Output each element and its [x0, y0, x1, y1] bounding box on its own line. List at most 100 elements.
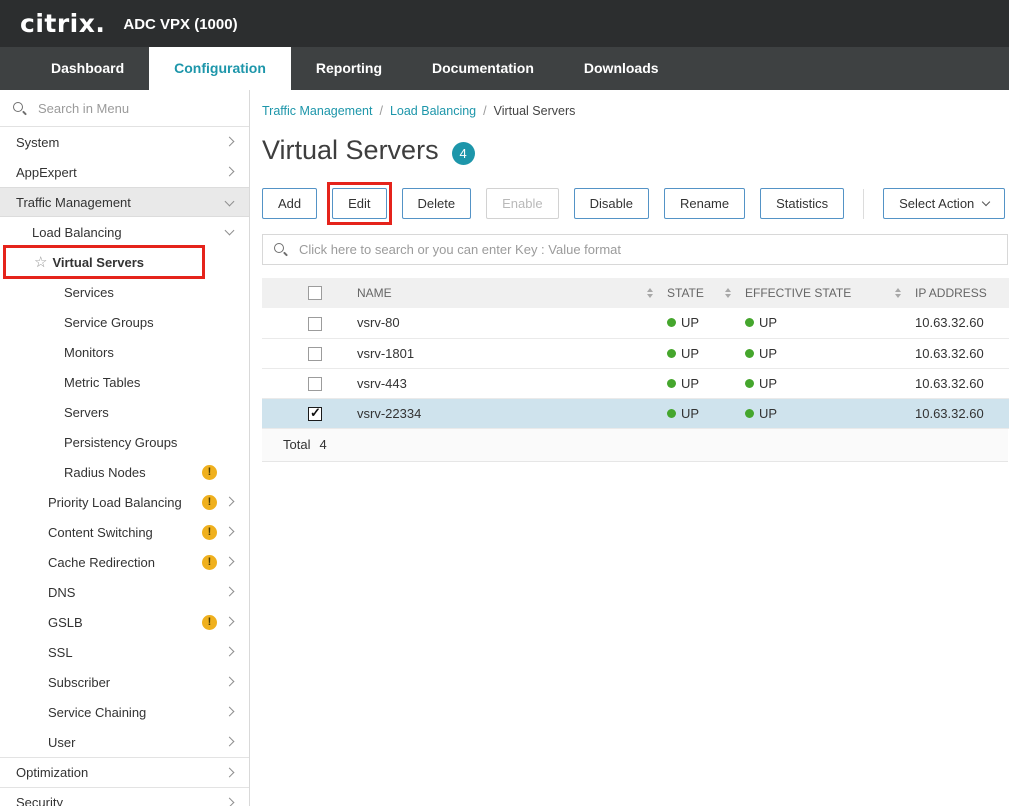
row-checkbox[interactable] — [308, 347, 322, 361]
toolbar-buttons: Add Edit Delete Enable Disable Rename Statisti… — [262, 188, 844, 219]
sidebar-item-label: Services — [64, 285, 114, 300]
sort-icon[interactable] — [725, 288, 731, 298]
sidebar-item-label: DNS — [48, 585, 75, 600]
cell-state: UP — [667, 368, 745, 398]
rename-button[interactable]: Rename — [664, 188, 745, 219]
sidebar-item-cache-redirection[interactable]: Cache Redirection! — [0, 547, 249, 577]
table-header-row: NAMESTATEEFFECTIVE STATEIP ADDRESS — [262, 278, 1009, 308]
state-indicator: UP — [667, 376, 745, 391]
disable-button[interactable]: Disable — [574, 188, 649, 219]
cell-ip-address: 10.63.32.60 — [915, 308, 1009, 338]
state-indicator: UP — [745, 406, 915, 421]
column-header-label: NAME — [357, 286, 392, 300]
sidebar-item-system[interactable]: System — [0, 127, 249, 157]
tab-reporting[interactable]: Reporting — [291, 47, 407, 90]
add-button[interactable]: Add — [262, 188, 317, 219]
sidebar: SystemAppExpertTraffic ManagementLoad Ba… — [0, 90, 250, 806]
sidebar-item-service-chaining[interactable]: Service Chaining — [0, 697, 249, 727]
sidebar-item-content-switching[interactable]: Content Switching! — [0, 517, 249, 547]
sidebar-menu: SystemAppExpertTraffic ManagementLoad Ba… — [0, 127, 249, 806]
state-indicator: UP — [667, 346, 745, 361]
select-action-button[interactable]: Select Action — [883, 188, 1005, 219]
chevron-right-icon — [225, 768, 235, 778]
table-row-vsrv-22334[interactable]: vsrv-22334UPUP10.63.32.60 — [262, 398, 1009, 428]
sidebar-item-radius-nodes[interactable]: Radius Nodes! — [0, 457, 249, 487]
row-checkbox[interactable] — [308, 407, 322, 421]
sidebar-item-appexpert[interactable]: AppExpert — [0, 157, 249, 187]
table-search-input[interactable] — [297, 241, 997, 258]
edit-button[interactable]: Edit — [332, 188, 386, 219]
column-header-label: EFFECTIVE STATE — [745, 286, 851, 300]
breadcrumb-link-traffic-management[interactable]: Traffic Management — [262, 104, 372, 118]
sidebar-item-label: Metric Tables — [64, 375, 140, 390]
column-header-effective-state: EFFECTIVE STATE — [745, 278, 915, 308]
sidebar-item-gslb[interactable]: GSLB! — [0, 607, 249, 637]
breadcrumb-separator: / — [379, 104, 382, 118]
warning-icon: ! — [202, 615, 217, 630]
cell-ip-address: 10.63.32.60 — [915, 368, 1009, 398]
sidebar-item-persistency-groups[interactable]: Persistency Groups — [0, 427, 249, 457]
sidebar-item-label: Monitors — [64, 345, 114, 360]
tab-downloads[interactable]: Downloads — [559, 47, 684, 90]
sidebar-item-user[interactable]: User — [0, 727, 249, 757]
cell-effective-state: UP — [745, 368, 915, 398]
sidebar-item-dns[interactable]: DNS — [0, 577, 249, 607]
breadcrumb-link-load-balancing[interactable]: Load Balancing — [390, 104, 476, 118]
enable-button: Enable — [486, 188, 558, 219]
count-badge: 4 — [452, 142, 475, 165]
tab-configuration[interactable]: Configuration — [149, 47, 291, 90]
column-header-inner: NAME — [357, 286, 667, 300]
sidebar-item-label: Service Groups — [64, 315, 154, 330]
breadcrumb: Traffic Management/Load Balancing/Virtua… — [262, 104, 1009, 118]
sort-icon[interactable] — [895, 288, 901, 298]
row-checkbox-cell — [262, 338, 357, 368]
sidebar-item-services[interactable]: Services — [0, 277, 249, 307]
chevron-right-icon — [225, 737, 235, 747]
chevron-right-icon — [225, 557, 235, 567]
tab-dashboard[interactable]: Dashboard — [26, 47, 149, 90]
table-body: vsrv-80UPUP10.63.32.60vsrv-1801UPUP10.63… — [262, 308, 1009, 428]
tab-documentation[interactable]: Documentation — [407, 47, 559, 90]
delete-button[interactable]: Delete — [402, 188, 472, 219]
toolbar-separator — [863, 189, 864, 219]
status-up-dot — [667, 379, 676, 388]
sidebar-item-label: Optimization — [16, 765, 88, 780]
state-label: UP — [681, 406, 699, 421]
sidebar-item-service-groups[interactable]: Service Groups — [0, 307, 249, 337]
sidebar-item-subscriber[interactable]: Subscriber — [0, 667, 249, 697]
sidebar-item-servers[interactable]: Servers — [0, 397, 249, 427]
statistics-button[interactable]: Statistics — [760, 188, 844, 219]
sidebar-item-metric-tables[interactable]: Metric Tables — [0, 367, 249, 397]
sidebar-item-label: Content Switching — [48, 525, 153, 540]
sidebar-item-load-balancing[interactable]: Load Balancing — [0, 217, 249, 247]
header-checkbox-cell — [262, 278, 357, 308]
sidebar-item-virtual-servers[interactable]: ☆Virtual Servers — [0, 247, 249, 277]
chevron-right-icon — [225, 497, 235, 507]
warning-icon: ! — [202, 525, 217, 540]
sidebar-item-optimization[interactable]: Optimization — [0, 757, 249, 787]
status-up-dot — [745, 349, 754, 358]
favorite-star-icon[interactable]: ☆ — [34, 255, 47, 270]
title-row: Virtual Servers 4 — [262, 135, 1009, 166]
cell-effective-state: UP — [745, 308, 915, 338]
state-indicator: UP — [745, 376, 915, 391]
sidebar-item-monitors[interactable]: Monitors — [0, 337, 249, 367]
table-row-vsrv-1801[interactable]: vsrv-1801UPUP10.63.32.60 — [262, 338, 1009, 368]
sidebar-item-security[interactable]: Security — [0, 787, 249, 806]
table-row-vsrv-443[interactable]: vsrv-443UPUP10.63.32.60 — [262, 368, 1009, 398]
row-checkbox[interactable] — [308, 377, 322, 391]
sidebar-item-priority-load-balancing[interactable]: Priority Load Balancing! — [0, 487, 249, 517]
sidebar-item-traffic-management[interactable]: Traffic Management — [0, 187, 249, 217]
chevron-right-icon — [225, 617, 235, 627]
row-checkbox[interactable] — [308, 317, 322, 331]
column-header-inner: EFFECTIVE STATE — [745, 286, 915, 300]
sidebar-item-ssl[interactable]: SSL — [0, 637, 249, 667]
warning-icon: ! — [202, 495, 217, 510]
select-all-checkbox[interactable] — [308, 286, 322, 300]
status-up-dot — [745, 409, 754, 418]
menu-search-input[interactable] — [36, 100, 237, 117]
cell-name: vsrv-22334 — [357, 398, 667, 428]
table-row-vsrv-80[interactable]: vsrv-80UPUP10.63.32.60 — [262, 308, 1009, 338]
breadcrumb-current: Virtual Servers — [494, 104, 576, 118]
sort-icon[interactable] — [647, 288, 653, 298]
